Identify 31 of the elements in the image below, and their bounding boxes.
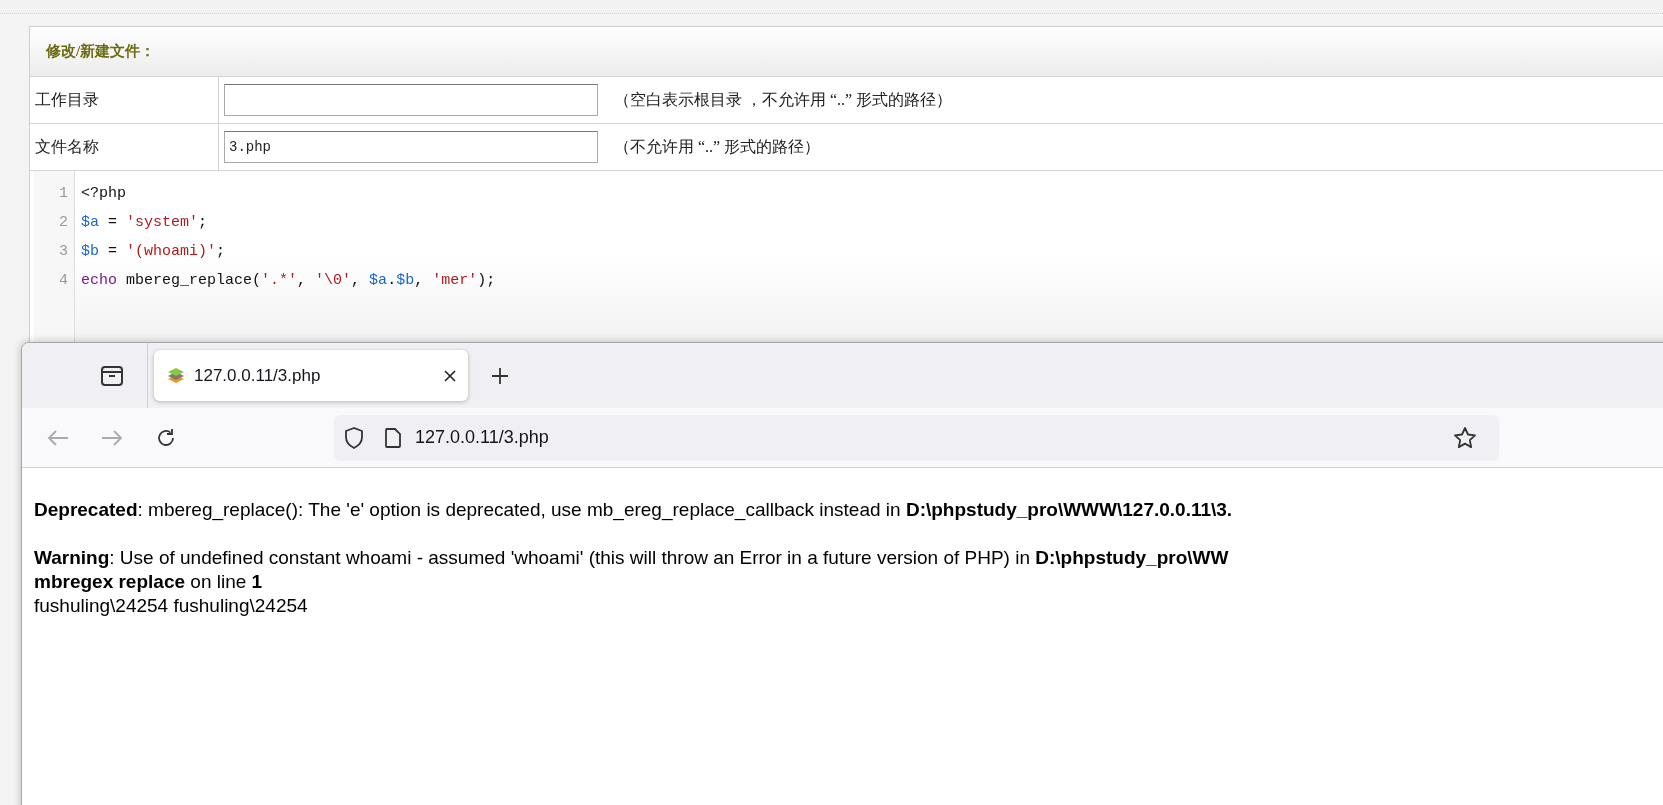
field-label: 文件名称 xyxy=(35,136,99,157)
output-text: Deprecated: mbereg_replace(): The 'e' option is deprecated, use mb_ereg_replace_callback instead in D:\phpstudy_pro\WWW\127.0.0.11\3. xyxy=(34,498,1234,522)
layers-icon xyxy=(166,365,186,386)
shield-icon[interactable] xyxy=(344,426,364,449)
star-icon[interactable] xyxy=(1453,426,1477,449)
code-line: $b = '(whoami)'; xyxy=(81,242,227,262)
output-text: Warning: Use of undefined constant whoami - assumed 'whoami' (this will throw an Error in a future version of PHP) in D:\phpstudy_pro\WW xyxy=(34,546,1230,570)
reload-icon[interactable] xyxy=(155,426,177,449)
tab-title: 127.0.0.11/3.php xyxy=(194,365,322,386)
line-number: 2 xyxy=(58,213,69,233)
field-label: 工作目录 xyxy=(35,89,99,110)
page-icon xyxy=(385,427,401,448)
close-icon[interactable] xyxy=(444,369,456,382)
sidebar-icon[interactable] xyxy=(100,364,124,387)
input-field[interactable]: 3.php xyxy=(224,131,598,163)
field-hint: （不允许用 “..” 形式的路径） xyxy=(614,136,821,157)
code-line: $a = 'system'; xyxy=(81,213,209,233)
new-tab-icon[interactable] xyxy=(491,366,509,385)
line-number: 1 xyxy=(58,184,69,204)
line-number: 4 xyxy=(58,271,69,291)
browser-tab[interactable]: 127.0.0.11/3.php xyxy=(154,350,468,401)
code-line: <?php xyxy=(81,184,127,204)
panel-title: 修改/新建文件： xyxy=(46,42,156,61)
input-field[interactable] xyxy=(224,84,598,116)
url-text: 127.0.0.11/3.php xyxy=(415,427,550,448)
output-text: fushuling\24254 fushuling\24254 xyxy=(34,594,309,618)
output-text: mbregex replace on line 1 xyxy=(34,570,264,594)
field-hint: （空白表示根目录 ，不允许用 “..” 形式的路径） xyxy=(614,89,953,110)
address-bar[interactable]: 127.0.0.11/3.php xyxy=(334,414,1499,461)
line-number: 3 xyxy=(58,242,69,262)
code-line: echo mbereg_replace('.*', '\0', $a.$b, 'mer'); xyxy=(81,271,496,291)
